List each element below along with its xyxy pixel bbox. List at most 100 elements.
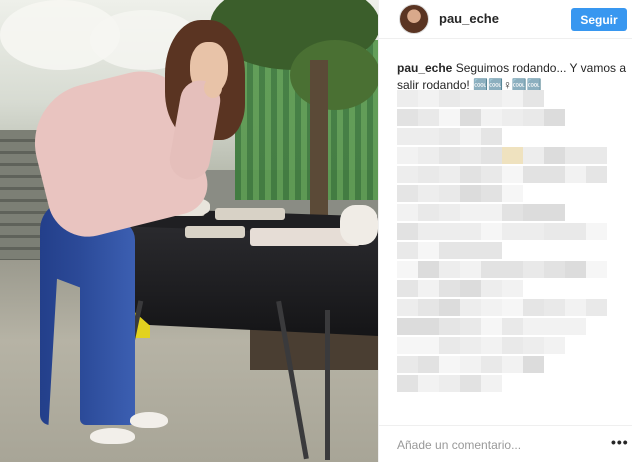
pixelated-block <box>565 223 586 240</box>
pixelated-block <box>502 299 523 316</box>
pixelated-block <box>418 299 439 316</box>
pixelated-block <box>502 318 523 335</box>
comment-bar: ••• <box>379 425 632 463</box>
follow-button[interactable]: Seguir <box>571 8 627 31</box>
pixelated-block <box>502 204 523 221</box>
pixelated-block <box>397 128 418 145</box>
pixelated-block <box>481 337 502 354</box>
pixelated-block <box>397 356 418 373</box>
pixelated-block <box>544 299 565 316</box>
pixelated-block <box>586 147 607 164</box>
pixelated-block <box>481 299 502 316</box>
pixelated-block <box>397 280 418 297</box>
pixelated-block <box>523 337 544 354</box>
avatar[interactable] <box>399 4 429 34</box>
pixelated-block <box>481 318 502 335</box>
pixelated-block <box>586 223 607 240</box>
pixelated-block <box>460 166 481 183</box>
pixelated-block <box>397 299 418 316</box>
pixelated-block <box>544 166 565 183</box>
pixelated-block <box>565 318 586 335</box>
pixelated-block <box>460 185 481 202</box>
pixelated-block <box>544 223 565 240</box>
pixelated-block <box>439 204 460 221</box>
pixelated-block <box>523 261 544 278</box>
pixelated-block <box>439 223 460 240</box>
pixelated-block <box>418 280 439 297</box>
comment-input[interactable] <box>397 436 587 454</box>
pixelated-block <box>523 166 544 183</box>
pixelated-block <box>544 337 565 354</box>
pixelated-block <box>502 147 523 164</box>
pixelated-block <box>439 261 460 278</box>
pixelated-block <box>502 280 523 297</box>
photo-food-tray <box>185 226 245 238</box>
pixelated-block <box>418 356 439 373</box>
pixelated-block <box>418 185 439 202</box>
pixelated-block <box>460 147 481 164</box>
pixelated-block <box>418 318 439 335</box>
post-photo[interactable] <box>0 0 378 462</box>
pixelated-block <box>460 109 481 126</box>
pixelated-block <box>439 299 460 316</box>
pixelated-block <box>439 375 460 392</box>
pixelated-block <box>460 299 481 316</box>
photo-woman-hand <box>204 78 222 98</box>
pixelated-block <box>418 166 439 183</box>
pixelated-block <box>481 109 502 126</box>
pixelated-block <box>418 375 439 392</box>
pixelated-block <box>418 242 439 259</box>
pixelated-block <box>502 337 523 354</box>
pixelated-block <box>397 185 418 202</box>
pixelated-block <box>439 90 460 107</box>
photo-table-leg <box>325 310 330 460</box>
pixelated-block <box>460 356 481 373</box>
pixelated-block <box>397 223 418 240</box>
pixelated-block <box>397 318 418 335</box>
pixelated-block <box>565 166 586 183</box>
pixelated-block <box>502 185 523 202</box>
pixelated-block <box>460 337 481 354</box>
pixelated-block <box>565 299 586 316</box>
pixelated-block <box>481 261 502 278</box>
pixelated-block <box>397 90 418 107</box>
pixelated-block <box>523 90 544 107</box>
pixelated-block <box>460 280 481 297</box>
pixelated-block <box>418 109 439 126</box>
pixelated-block <box>439 356 460 373</box>
pixelated-block <box>439 280 460 297</box>
pixelated-block <box>418 128 439 145</box>
instagram-post: pau_eche Seguir pau_eche Seguimos rodand… <box>0 0 632 462</box>
pixelated-block <box>523 223 544 240</box>
pixelated-block <box>544 109 565 126</box>
photo-food-tray <box>215 208 285 220</box>
pixelated-block <box>397 147 418 164</box>
pixelated-block <box>544 147 565 164</box>
pixelated-block <box>439 109 460 126</box>
pixelated-block <box>565 261 586 278</box>
pixelated-block <box>439 128 460 145</box>
pixelated-block <box>439 318 460 335</box>
pixelated-block <box>481 242 502 259</box>
more-options-icon[interactable]: ••• <box>611 434 629 450</box>
pixelated-block <box>460 223 481 240</box>
header-username[interactable]: pau_eche <box>439 11 499 26</box>
pixelated-block <box>586 166 607 183</box>
pixelated-block <box>481 90 502 107</box>
pixelated-block <box>502 109 523 126</box>
pixelated-comments <box>397 90 627 405</box>
caption-username[interactable]: pau_eche <box>397 61 452 75</box>
pixelated-block <box>460 90 481 107</box>
pixelated-block <box>544 318 565 335</box>
pixelated-block <box>397 166 418 183</box>
pixelated-block <box>460 204 481 221</box>
photo-tree-trunk <box>310 60 328 230</box>
pixelated-block <box>565 147 586 164</box>
pixelated-block <box>418 261 439 278</box>
pixelated-block <box>502 90 523 107</box>
pixelated-block <box>460 242 481 259</box>
pixelated-block <box>481 204 502 221</box>
photo-tree-leaves <box>290 40 378 110</box>
pixelated-block <box>523 109 544 126</box>
pixelated-block <box>481 280 502 297</box>
